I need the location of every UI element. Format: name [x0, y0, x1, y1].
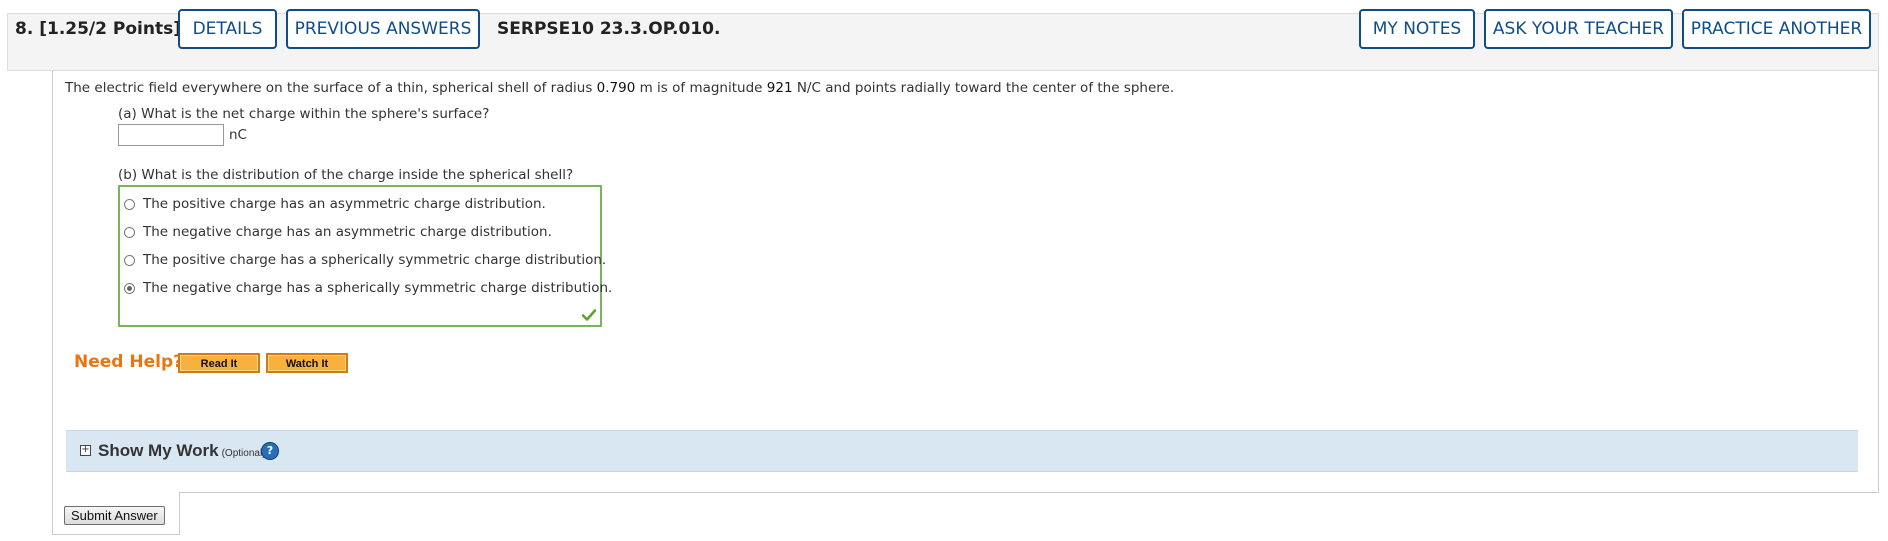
option-label: The negative charge has an asymmetric ch… [143, 224, 552, 240]
magnitude-value: 921 [766, 80, 793, 96]
practice-another-button[interactable]: PRACTICE ANOTHER [1682, 9, 1871, 49]
prompt-text-2: m is of magnitude [635, 80, 767, 96]
need-help-label: Need Help? [74, 352, 183, 372]
checkmark-icon [582, 309, 596, 321]
prompt-text-1: The electric field everywhere on the sur… [65, 80, 597, 96]
plus-box-icon[interactable]: + [80, 445, 91, 456]
my-notes-button[interactable]: MY NOTES [1359, 9, 1475, 49]
part-b-label: (b) What is the distribution of the char… [118, 167, 574, 183]
optional-label: (Optional) [221, 448, 266, 459]
option-negative-asymmetric[interactable]: The negative charge has an asymmetric ch… [124, 222, 552, 242]
radio-button-selected[interactable] [124, 282, 135, 294]
radius-value: 0.790 [596, 80, 636, 96]
ask-your-teacher-button[interactable]: ASK YOUR TEACHER [1484, 9, 1673, 49]
submit-tab-joint [53, 491, 179, 495]
question-number: 8. [15, 19, 34, 39]
radio-button[interactable] [124, 254, 135, 266]
option-negative-symmetric[interactable]: The negative charge has a spherically sy… [124, 278, 612, 298]
question-points: [1.25/2 Points] [39, 19, 181, 39]
option-label: The positive charge has a spherically sy… [143, 252, 607, 268]
charge-distribution-options: The positive charge has an asymmetric ch… [118, 185, 612, 327]
show-my-work-label: Show My Work [98, 441, 219, 460]
net-charge-input[interactable] [118, 124, 224, 146]
radio-button[interactable] [124, 198, 135, 210]
question-circle-icon[interactable]: ? [262, 443, 278, 459]
option-label: The positive charge has an asymmetric ch… [143, 196, 546, 212]
question-number-and-points: 8. [1.25/2 Points] [15, 19, 181, 39]
option-positive-symmetric[interactable]: The positive charge has a spherically sy… [124, 250, 606, 270]
read-it-button[interactable]: Read It [178, 353, 260, 373]
submit-answer-button[interactable]: Submit Answer [64, 506, 165, 525]
prompt-text-3: N/C and points radially toward the cente… [792, 80, 1175, 96]
option-positive-asymmetric[interactable]: The positive charge has an asymmetric ch… [124, 194, 546, 214]
watch-it-button[interactable]: Watch It [266, 353, 348, 373]
previous-answers-button[interactable]: PREVIOUS ANSWERS [286, 9, 480, 49]
net-charge-unit: nC [229, 127, 247, 143]
option-label: The negative charge has a spherically sy… [143, 280, 613, 296]
question-prompt: The electric field everywhere on the sur… [65, 80, 1174, 96]
details-button[interactable]: DETAILS [178, 9, 277, 49]
show-my-work-title[interactable]: Show My Work (Optional) [98, 441, 266, 461]
part-a-label: (a) What is the net charge within the sp… [118, 106, 490, 122]
radio-button[interactable] [124, 226, 135, 238]
question-code: SERPSE10 23.3.OP.010. [497, 19, 721, 39]
show-my-work-panel[interactable]: + Show My Work (Optional) ? [66, 430, 1858, 472]
